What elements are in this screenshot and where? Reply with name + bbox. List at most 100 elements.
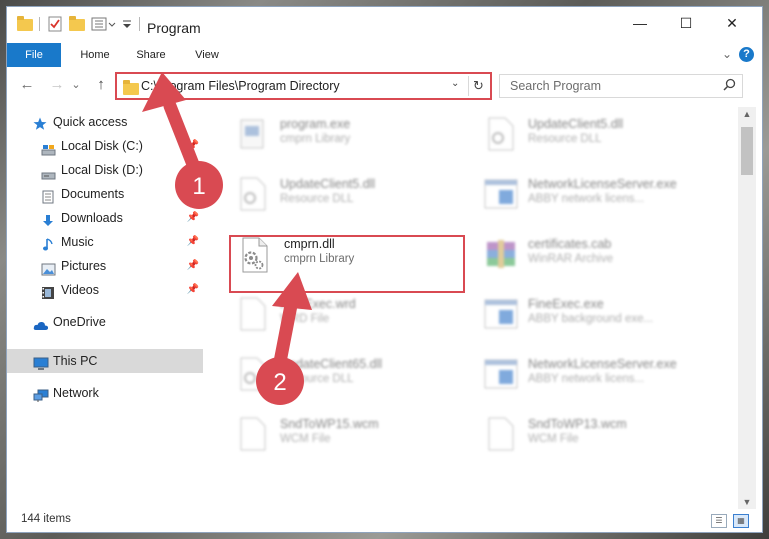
address-path[interactable]: C:\Program Files\Program Directory — [141, 79, 340, 93]
scroll-down-arrow-icon[interactable]: ▼ — [738, 497, 756, 507]
file-name: SndToWP13.wcm — [528, 417, 627, 431]
sidebar-item-label: This PC — [53, 354, 98, 368]
pin-icon: 📌 — [186, 140, 199, 151]
file-name: UpdateClient5.dll — [528, 117, 624, 131]
pin-icon: 📌 — [186, 212, 199, 223]
sidebar-item-onedrive[interactable]: OneDrive — [7, 310, 203, 334]
divider — [39, 17, 40, 31]
tab-file[interactable]: File — [7, 43, 61, 67]
file-name: certificates.cab — [528, 237, 612, 251]
pin-icon: 📌 — [186, 236, 199, 247]
list-item[interactable]: UpdateClient5.dll Resource DLL — [233, 171, 483, 221]
sidebar-item-label: Quick access — [53, 115, 128, 129]
scroll-thumb[interactable] — [741, 127, 753, 175]
music-icon — [41, 236, 55, 251]
address-bar[interactable]: C:\Program Files\Program Directory ⌄ ↻ — [115, 72, 492, 100]
sidebar-item-quick-access[interactable]: Quick access — [7, 110, 203, 134]
scroll-up-arrow-icon[interactable]: ▲ — [738, 109, 756, 119]
tab-view[interactable]: View — [181, 43, 233, 67]
file-icon — [233, 294, 273, 334]
file-explorer-window: Program — ☐ ✕ File Home Share View ⌄ ? ←… — [6, 6, 763, 533]
details-view-icon[interactable]: ☰ — [711, 514, 727, 528]
title-bar: Program — ☐ ✕ — [7, 7, 762, 39]
list-item[interactable]: certificates.cab WinRAR Archive — [481, 231, 731, 281]
file-name: program.exe — [280, 117, 351, 131]
search-input[interactable] — [500, 75, 714, 97]
file-name: UpdateClient5.dll — [280, 177, 376, 191]
sidebar-item-label: Local Disk (D:) — [61, 163, 143, 177]
file-type: ABBY network licens... — [528, 373, 645, 385]
close-button[interactable]: ✕ — [709, 7, 755, 39]
file-name: FineExec.wrd — [280, 297, 356, 311]
drive-icon — [41, 164, 56, 180]
documents-icon — [41, 188, 55, 204]
exe-icon — [233, 114, 273, 154]
file-type: WCM File — [528, 433, 579, 445]
file-type: Resource DLL — [528, 133, 602, 145]
vertical-scrollbar[interactable]: ▲ ▼ — [738, 107, 756, 509]
archive-icon — [481, 234, 521, 274]
sidebar-item-this-pc[interactable]: This PC — [7, 349, 203, 373]
sidebar-item-documents[interactable]: Documents — [7, 182, 203, 206]
sidebar-item-network[interactable]: Network — [7, 381, 203, 405]
sidebar-item-label: Downloads — [61, 211, 123, 225]
file-name: NetworkLicenseServer.exe — [528, 177, 677, 191]
list-item[interactable]: FineExec.wrd WRD File — [233, 291, 483, 341]
list-item[interactable]: program.exe cmprn Library — [233, 111, 483, 161]
sidebar-item-local-disk-d[interactable]: Local Disk (D:) — [7, 158, 203, 182]
window-title: Program — [147, 20, 201, 36]
dll-icon — [233, 174, 273, 214]
file-list: program.exe cmprn Library UpdateClient5.… — [211, 107, 737, 505]
app-icon — [481, 354, 521, 394]
list-item[interactable]: NetworkLicenseServer.exe ABBY network li… — [481, 171, 731, 221]
list-item[interactable]: FineExec.exe ABBY background exe... — [481, 291, 731, 341]
file-name: NetworkLicenseServer.exe — [528, 357, 677, 371]
sidebar-item-videos[interactable]: Videos 📌 — [7, 278, 203, 302]
refresh-button[interactable]: ↻ — [468, 76, 488, 96]
sidebar-item-music[interactable]: Music 📌 — [7, 230, 203, 254]
file-icon — [481, 414, 521, 454]
forward-button[interactable]: → — [47, 77, 67, 95]
sidebar-item-label: Music — [61, 235, 94, 249]
videos-icon — [41, 284, 55, 299]
expand-ribbon-button[interactable]: ⌄ — [722, 47, 732, 61]
file-name: FineExec.exe — [528, 297, 604, 311]
maximize-button[interactable]: ☐ — [663, 7, 709, 39]
search-icon[interactable] — [723, 78, 736, 94]
navigation-pane: Quick access Local Disk (C:) 📌 Local Dis… — [7, 107, 207, 505]
network-icon — [33, 387, 49, 402]
tab-share[interactable]: Share — [125, 43, 177, 67]
sidebar-item-label: Local Disk (C:) — [61, 139, 143, 153]
sidebar-item-label: Network — [53, 386, 99, 400]
back-button[interactable]: ← — [17, 77, 37, 95]
minimize-button[interactable]: — — [617, 7, 663, 39]
file-type: Resource DLL — [280, 373, 354, 385]
pin-icon: 📌 — [186, 260, 199, 271]
list-item[interactable]: UpdateClient65.dll Resource DLL — [233, 351, 483, 401]
divider — [139, 17, 140, 31]
view-options-icon[interactable] — [91, 15, 117, 33]
drive-icon — [41, 140, 56, 156]
app-icon — [481, 174, 521, 214]
address-dropdown-button[interactable]: ⌄ — [451, 78, 459, 89]
large-icons-view-icon[interactable]: ▦ — [733, 514, 749, 528]
sidebar-item-local-disk-c[interactable]: Local Disk (C:) 📌 — [7, 134, 203, 158]
list-item[interactable]: SndToWP15.wcm WCM File — [233, 411, 483, 461]
list-item[interactable]: UpdateClient5.dll Resource DLL — [481, 111, 731, 161]
up-button[interactable]: ↑ — [91, 77, 111, 95]
help-button[interactable]: ? — [739, 47, 754, 62]
list-item[interactable]: NetworkLicenseServer.exe ABBY network li… — [481, 351, 731, 401]
dll-icon — [481, 114, 521, 154]
recent-locations-button[interactable]: ⌄ — [69, 77, 83, 95]
list-item[interactable]: SndToWP13.wcm WCM File — [481, 411, 731, 461]
sidebar-item-downloads[interactable]: Downloads 📌 — [7, 206, 203, 230]
star-icon — [33, 115, 47, 130]
properties-icon[interactable] — [47, 15, 63, 33]
highlight-box — [229, 235, 465, 293]
sidebar-item-pictures[interactable]: Pictures 📌 — [7, 254, 203, 278]
app-icon — [481, 294, 521, 334]
search-box — [499, 74, 743, 98]
customize-toolbar-icon[interactable] — [121, 15, 133, 33]
sidebar-item-label: Documents — [61, 187, 125, 201]
tab-home[interactable]: Home — [67, 43, 123, 67]
